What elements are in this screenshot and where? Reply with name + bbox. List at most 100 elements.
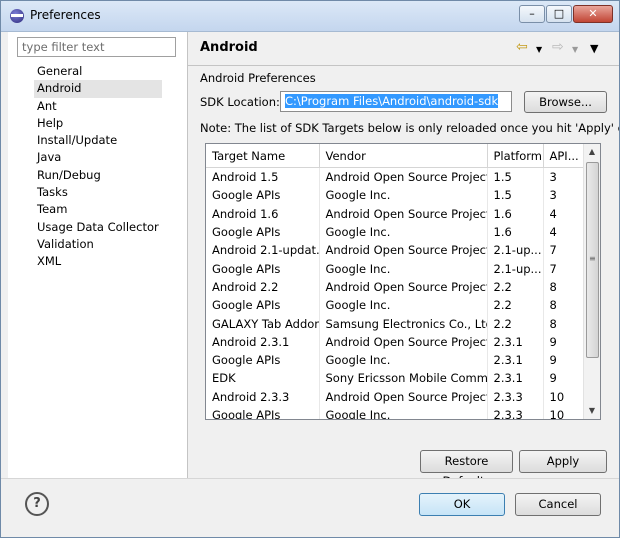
table-cell: 4 xyxy=(543,204,587,223)
sdk-location-label: SDK Location: xyxy=(200,95,280,109)
table-row[interactable]: Google APIs Google Inc. 1.5 3 xyxy=(206,186,587,205)
column-header[interactable]: API... xyxy=(543,144,587,168)
filter-input[interactable] xyxy=(17,37,176,57)
minimize-button[interactable]: – xyxy=(519,5,545,23)
table-row[interactable]: GALAXY Tab Addon Samsung Electronics Co.,… xyxy=(206,314,587,333)
tree-item-java[interactable]: Java xyxy=(34,149,162,166)
table-row[interactable]: Android 2.1-updat... Android Open Source … xyxy=(206,241,587,260)
tree-item-run-debug[interactable]: Run/Debug xyxy=(34,167,162,184)
table-cell: 2.2 xyxy=(487,314,544,333)
tree-item-general[interactable]: General xyxy=(34,63,162,80)
table-cell: 10 xyxy=(543,405,587,419)
table-cell: 2.1-up... xyxy=(487,259,544,278)
ok-button[interactable]: OK xyxy=(419,493,505,516)
column-header[interactable]: Platform xyxy=(487,144,544,168)
preference-page: Android ⇦ ▼ ⇨ ▼ ▼ Android Preferences SD… xyxy=(188,32,619,488)
back-arrow-icon[interactable]: ⇦ xyxy=(516,40,528,54)
tree-item-tasks[interactable]: Tasks xyxy=(34,184,162,201)
table-cell: 4 xyxy=(543,222,587,242)
forward-dropdown-icon[interactable]: ▼ xyxy=(572,44,578,56)
table-cell: 9 xyxy=(543,350,587,370)
table-cell: GALAXY Tab Addon xyxy=(206,314,320,333)
cancel-button[interactable]: Cancel xyxy=(515,493,601,516)
table-cell: Google APIs xyxy=(206,222,320,242)
restore-defaults-button[interactable]: Restore Defaults xyxy=(420,450,513,488)
table-cell: 2.3.3 xyxy=(487,405,544,419)
close-button[interactable]: ✕ xyxy=(573,5,613,23)
table-cell: 8 xyxy=(543,314,587,333)
scroll-down-icon[interactable]: ▼ xyxy=(584,403,600,419)
table-cell: Samsung Electronics Co., Ltd. xyxy=(319,314,488,333)
table-cell: Android 2.2 xyxy=(206,277,320,297)
sdk-targets-table[interactable]: Target Name Vendor Platform API... Android … xyxy=(205,143,601,420)
preferences-window: Preferences – □ ✕ GeneralAndroidAntHelpI… xyxy=(0,0,620,538)
table-cell: 1.5 xyxy=(487,167,544,187)
scroll-up-icon[interactable]: ▲ xyxy=(584,144,600,160)
table-cell: Google Inc. xyxy=(319,259,488,278)
table-row[interactable]: Google APIs Google Inc. 2.3.3 10 xyxy=(206,405,587,419)
table-cell: Google APIs xyxy=(206,259,320,278)
table-row[interactable]: Android 2.3.3 Android Open Source Project… xyxy=(206,387,587,406)
table-row[interactable]: Android 1.6 Android Open Source Project 1.… xyxy=(206,204,587,223)
table-cell: 1.6 xyxy=(487,204,544,223)
column-header[interactable]: Vendor xyxy=(319,144,488,168)
view-menu-icon[interactable]: ▼ xyxy=(590,43,598,55)
table-cell: Google APIs xyxy=(206,350,320,370)
table-cell: 3 xyxy=(543,186,587,205)
table-cell: 1.5 xyxy=(487,186,544,205)
table-cell: 2.3.1 xyxy=(487,369,544,388)
scroll-thumb[interactable]: ≡ xyxy=(586,162,599,358)
tree-item-xml[interactable]: XML xyxy=(34,253,162,270)
table-cell: 9 xyxy=(543,332,587,351)
title-bar: Preferences – □ ✕ xyxy=(1,1,619,32)
table-cell: Android Open Source Project xyxy=(319,167,488,187)
table-row[interactable]: Google APIs Google Inc. 2.1-up... 7 xyxy=(206,259,587,278)
tree-item-validation[interactable]: Validation xyxy=(34,236,162,253)
tree-item-ant[interactable]: Ant xyxy=(34,98,162,115)
tree-item-help[interactable]: Help xyxy=(34,115,162,132)
table-cell: 7 xyxy=(543,241,587,260)
column-header[interactable]: Target Name xyxy=(206,144,320,168)
table-cell: 2.1-up... xyxy=(487,241,544,260)
scroll-grip-icon: ≡ xyxy=(589,254,596,263)
table-cell: 2.3.1 xyxy=(487,332,544,351)
sdk-location-input[interactable]: C:\Program Files\Android\android-sdk xyxy=(280,91,512,112)
table-cell: Android Open Source Project xyxy=(319,241,488,260)
table-scrollbar[interactable]: ▲ ≡ ▼ xyxy=(583,144,600,419)
table-body: Android 1.5 Android Open Source Project 1.… xyxy=(206,167,587,419)
apply-button[interactable]: Apply xyxy=(519,450,607,473)
tree-item-usage-data-collector[interactable]: Usage Data Collector xyxy=(34,219,162,236)
table-cell: Android 1.5 xyxy=(206,167,320,187)
table-row[interactable]: Google APIs Google Inc. 2.2 8 xyxy=(206,296,587,315)
table-row[interactable]: Google APIs Google Inc. 1.6 4 xyxy=(206,222,587,242)
table-cell: 2.2 xyxy=(487,277,544,297)
forward-arrow-icon[interactable]: ⇨ xyxy=(552,40,564,54)
table-cell: 3 xyxy=(543,167,587,187)
back-dropdown-icon[interactable]: ▼ xyxy=(536,44,542,56)
table-row[interactable]: Android 2.2 Android Open Source Project 2.… xyxy=(206,277,587,297)
table-row[interactable]: Google APIs Google Inc. 2.3.1 9 xyxy=(206,350,587,370)
table-row[interactable]: Android 1.5 Android Open Source Project 1.… xyxy=(206,167,587,187)
tree-item-team[interactable]: Team xyxy=(34,201,162,218)
table-cell: 9 xyxy=(543,369,587,388)
tree-item-install-update[interactable]: Install/Update xyxy=(34,132,162,149)
table-cell: EDK xyxy=(206,369,320,388)
table-cell: Google Inc. xyxy=(319,405,488,419)
table-row[interactable]: EDK Sony Ericsson Mobile Comm... 2.3.1 9 xyxy=(206,369,587,388)
table-cell: Google APIs xyxy=(206,405,320,419)
tree-item-android[interactable]: Android xyxy=(34,80,162,98)
table-cell: Google Inc. xyxy=(319,186,488,205)
table-cell: Android Open Source Project xyxy=(319,204,488,223)
browse-button[interactable]: Browse... xyxy=(524,91,607,113)
eclipse-icon xyxy=(10,9,24,23)
table-cell: Android Open Source Project xyxy=(319,277,488,297)
table-cell: Google APIs xyxy=(206,296,320,315)
preference-tree-pane: GeneralAndroidAntHelpInstall/UpdateJavaR… xyxy=(8,32,188,478)
table-cell: Android 2.3.1 xyxy=(206,332,320,351)
table-row[interactable]: Android 2.3.1 Android Open Source Project… xyxy=(206,332,587,351)
header-divider xyxy=(188,65,619,66)
table-cell: Google APIs xyxy=(206,186,320,205)
maximize-button[interactable]: □ xyxy=(546,5,572,23)
help-icon[interactable]: ? xyxy=(25,492,49,516)
table-cell: Android 2.1-updat... xyxy=(206,241,320,260)
